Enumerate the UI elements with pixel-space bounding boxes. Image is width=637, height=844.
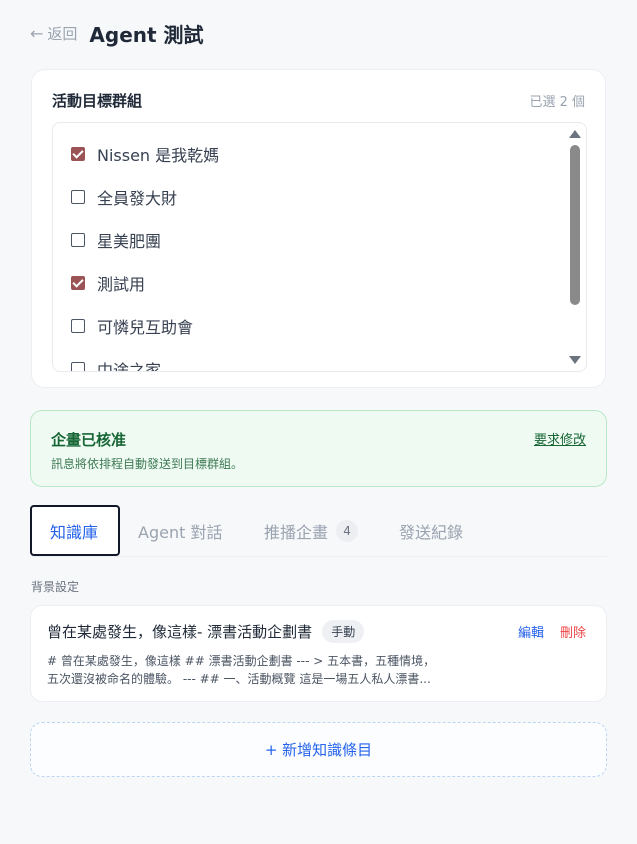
back-arrow-icon: ← — [30, 23, 44, 43]
knowledge-item: 曾在某處發生，像這樣- 漂書活動企劃書 手動 編輯 刪除 # 曾在某處發生，像這… — [30, 605, 607, 702]
broadcast-count-badge: 4 — [336, 519, 359, 542]
knowledge-item-preview: # 曾在某處發生，像這樣 ## 漂書活動企劃書 --- > 五本書，五種情境， … — [47, 652, 517, 688]
checkbox[interactable] — [71, 190, 85, 204]
selected-count: 已選 2 個 — [529, 95, 585, 110]
add-knowledge-button[interactable]: + 新增知識條目 — [30, 722, 607, 777]
tab-send-log[interactable]: 發送紀錄 — [399, 505, 463, 556]
group-option-label: 中途之家 — [97, 361, 162, 372]
tab-broadcast-plan[interactable]: 推播企畫 4 — [264, 505, 359, 556]
tab-knowledge-base[interactable]: 知識庫 — [30, 505, 120, 556]
request-revision-link[interactable]: 要求修改 — [534, 429, 586, 448]
target-groups-title: 活動目標群組 — [52, 92, 143, 110]
group-option[interactable]: 可憐兒互助會 — [71, 314, 193, 338]
group-option-label: Nissen 是我乾媽 — [97, 146, 220, 165]
delete-button[interactable]: 刪除 — [560, 622, 586, 641]
group-checkbox-list[interactable]: Nissen 是我乾媽 全員發大財 星美肥團 測試用 可憐兒互助會 中途之家 — [52, 122, 587, 372]
target-groups-card: 活動目標群組 已選 2 個 Nissen 是我乾媽 全員發大財 星美肥團 測試用… — [31, 69, 606, 388]
knowledge-item-title: 曾在某處發生，像這樣- 漂書活動企劃書 — [47, 623, 313, 641]
scroll-thumb[interactable] — [570, 145, 580, 305]
checkbox[interactable] — [71, 147, 85, 161]
back-link[interactable]: ← 返回 — [30, 23, 77, 44]
scroll-up-arrow-icon[interactable] — [569, 130, 581, 138]
approval-title: 企畫已核准 — [51, 431, 127, 449]
checkbox[interactable] — [71, 233, 85, 247]
preview-line: 五次還沒被命名的體驗。 --- ## 一、活動概覽 這是一場五人私人漂書... — [47, 672, 431, 686]
checkbox[interactable] — [71, 362, 85, 371]
preview-line: # 曾在某處發生，像這樣 ## 漂書活動企劃書 --- > 五本書，五種情境， — [47, 654, 436, 668]
group-option[interactable]: 星美肥團 — [71, 228, 161, 252]
approval-status-card: 企畫已核准 訊息將依排程自動發送到目標群組。 要求修改 — [30, 410, 607, 487]
target-groups-header: 活動目標群組 已選 2 個 — [52, 90, 585, 111]
group-option[interactable]: 測試用 — [71, 271, 145, 295]
page-title: Agent 測試 — [89, 22, 204, 47]
page-header: ← 返回 Agent 測試 — [30, 18, 204, 48]
edit-button[interactable]: 編輯 — [518, 622, 544, 641]
group-option[interactable]: 全員發大財 — [71, 185, 177, 209]
checkbox[interactable] — [71, 276, 85, 290]
group-option-label: 全員發大財 — [97, 189, 178, 208]
knowledge-item-actions: 編輯 刪除 — [518, 622, 586, 641]
approval-description: 訊息將依排程自動發送到目標群組。 — [51, 457, 244, 471]
group-option-label: 可憐兒互助會 — [97, 318, 194, 337]
back-label: 返回 — [47, 24, 78, 43]
background-settings-label: 背景設定 — [31, 580, 80, 594]
scroll-down-arrow-icon[interactable] — [569, 356, 581, 364]
content-tabs: 知識庫 Agent 對話 推播企畫 4 發送紀錄 — [30, 505, 607, 557]
group-option-label: 星美肥團 — [97, 232, 162, 251]
group-option[interactable]: Nissen 是我乾媽 — [71, 142, 219, 166]
knowledge-item-title-row: 曾在某處發生，像這樣- 漂書活動企劃書 手動 — [47, 620, 365, 643]
list-scrollbar[interactable] — [568, 127, 582, 367]
tab-agent-chat[interactable]: Agent 對話 — [138, 505, 222, 556]
manual-tag: 手動 — [322, 620, 365, 643]
group-option[interactable]: 中途之家 — [71, 357, 162, 372]
checkbox[interactable] — [71, 319, 85, 333]
group-option-label: 測試用 — [97, 275, 146, 294]
tab-broadcast-plan-label: 推播企畫 — [264, 522, 329, 542]
